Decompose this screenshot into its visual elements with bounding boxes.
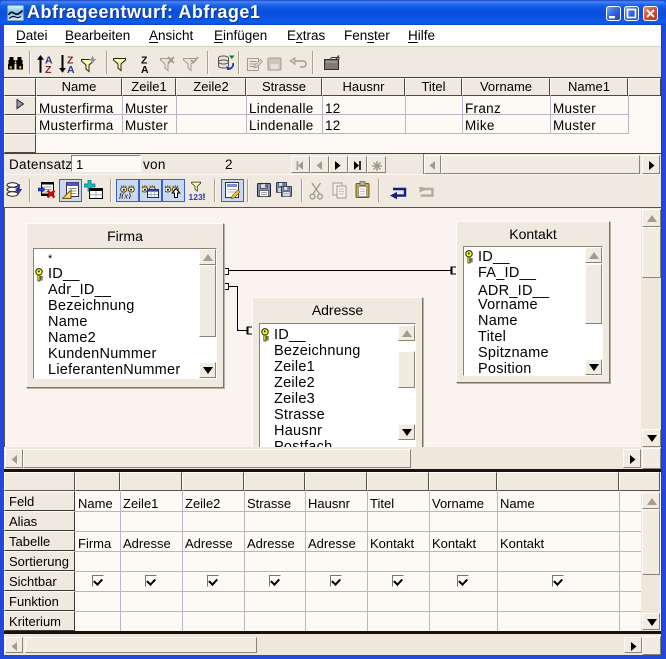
svg-text:A: A bbox=[141, 64, 149, 74]
svg-text:123: 123 bbox=[189, 192, 203, 201]
svg-text:f(x): f(x) bbox=[119, 191, 131, 200]
svg-text:A: A bbox=[67, 64, 75, 74]
svg-text:Z: Z bbox=[45, 64, 52, 74]
svg-text:!: ! bbox=[203, 192, 206, 201]
